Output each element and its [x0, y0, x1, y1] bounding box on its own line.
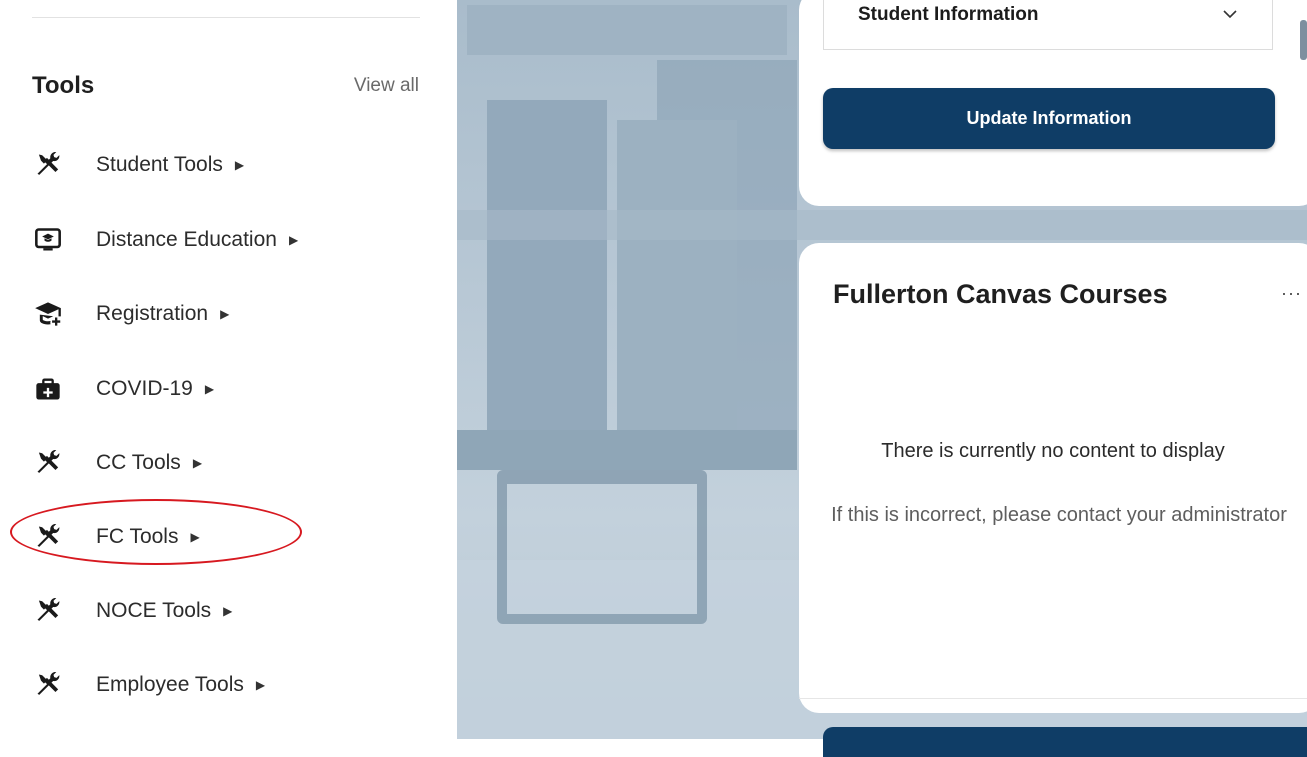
- graduation-cap-add-icon: [34, 300, 62, 328]
- update-information-button[interactable]: Update Information: [823, 88, 1275, 149]
- more-options-icon[interactable]: ···: [1281, 283, 1302, 304]
- card-action-button[interactable]: [823, 727, 1307, 757]
- divider: [799, 698, 1307, 699]
- tool-item-registration[interactable]: Registration ▶: [34, 294, 229, 334]
- tools-icon: [34, 523, 62, 551]
- medical-bag-icon: [34, 375, 62, 403]
- caret-right-icon: ▶: [234, 158, 245, 172]
- tool-label: Employee Tools: [96, 673, 244, 696]
- tool-label: Distance Education: [96, 228, 277, 251]
- tool-label: Student Tools: [96, 153, 223, 176]
- student-info-card: Student Information Update Information: [799, 0, 1307, 206]
- canvas-courses-card: Fullerton Canvas Courses ··· There is cu…: [799, 243, 1307, 713]
- caret-right-icon: ▶: [204, 382, 215, 396]
- view-all-link[interactable]: View all: [354, 75, 419, 97]
- card-title: Fullerton Canvas Courses: [833, 279, 1168, 309]
- tool-label: Registration: [96, 302, 209, 325]
- chevron-down-icon: [1223, 10, 1237, 19]
- caret-right-icon: ▶: [223, 604, 233, 618]
- tools-icon: [34, 151, 62, 179]
- tools-heading: Tools: [32, 72, 95, 99]
- tools-icon: [34, 449, 62, 477]
- tools-icon: [34, 597, 62, 625]
- tool-item-fc-tools[interactable]: FC Tools ▶: [34, 517, 200, 557]
- tool-label: CC Tools: [96, 451, 181, 474]
- caret-right-icon: ▶: [192, 456, 203, 470]
- tool-item-covid-19[interactable]: COVID-19 ▶: [34, 369, 214, 409]
- tool-label: FC Tools: [96, 525, 179, 548]
- caret-right-icon: ▶: [220, 307, 230, 321]
- student-information-select[interactable]: Student Information: [823, 0, 1273, 50]
- tools-panel: Tools View all Student Tools ▶ Distance …: [0, 0, 457, 739]
- empty-state-subtext: If this is incorrect, please contact you…: [831, 504, 1287, 526]
- select-value: Student Information: [858, 4, 1039, 25]
- tool-label: NOCE Tools: [96, 599, 212, 622]
- caret-right-icon: ▶: [190, 530, 200, 544]
- tool-label: COVID-19: [96, 377, 193, 400]
- tool-item-student-tools[interactable]: Student Tools ▶: [34, 145, 244, 185]
- monitor-graduation-icon: [34, 226, 62, 254]
- divider: [32, 17, 420, 18]
- tools-icon: [34, 671, 62, 699]
- empty-state-message: There is currently no content to display: [881, 440, 1225, 462]
- tool-item-cc-tools[interactable]: CC Tools ▶: [34, 443, 202, 483]
- caret-right-icon: ▶: [288, 233, 299, 247]
- tool-item-employee-tools[interactable]: Employee Tools ▶: [34, 665, 265, 705]
- tool-item-distance-education[interactable]: Distance Education ▶: [34, 220, 298, 260]
- scrollbar[interactable]: [1300, 20, 1307, 60]
- tool-item-noce-tools[interactable]: NOCE Tools ▶: [34, 591, 232, 631]
- caret-right-icon: ▶: [255, 678, 266, 692]
